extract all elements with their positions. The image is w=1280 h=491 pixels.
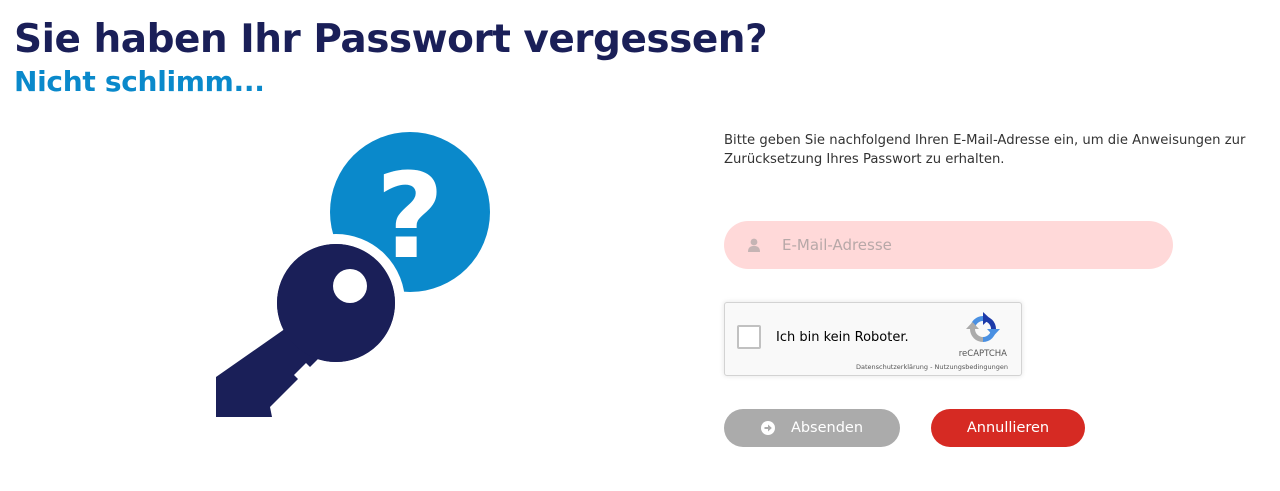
- cancel-button[interactable]: Annullieren: [931, 409, 1085, 447]
- recaptcha-logo-icon: [966, 312, 1000, 342]
- submit-label: Absenden: [790, 420, 864, 436]
- key-question-illustration: ?: [214, 131, 494, 423]
- arrow-right-circle-icon: [760, 421, 775, 435]
- submit-button[interactable]: Absenden: [724, 409, 900, 447]
- user-icon: [748, 238, 760, 252]
- key-bow-fill: [277, 244, 395, 362]
- recaptcha-terms-links[interactable]: Datenschutzerklärung - Nutzungsbedingung…: [856, 363, 1008, 371]
- recaptcha-widget: Ich bin kein Roboter. reCAPTCHA Datensch…: [724, 302, 1022, 376]
- key-question-icon: ?: [216, 132, 490, 417]
- intro-text: Bitte geben Sie nachfolgend Ihren E-Mail…: [724, 133, 1246, 167]
- password-reset-page: Sie haben Ihr Passwort vergessen? Nicht …: [0, 0, 1280, 491]
- key-hole: [333, 269, 367, 303]
- cancel-label: Annullieren: [966, 420, 1050, 436]
- page-subtitle: Nicht schlimm...: [14, 65, 265, 98]
- captcha-label: Ich bin kein Roboter.: [776, 330, 909, 345]
- page-title: Sie haben Ihr Passwort vergessen?: [14, 17, 768, 62]
- recaptcha-brand: reCAPTCHA: [958, 349, 1007, 359]
- email-field[interactable]: [724, 221, 1173, 269]
- captcha-checkbox[interactable]: [737, 325, 761, 349]
- key-shape: [216, 234, 405, 417]
- email-input[interactable]: [780, 229, 1154, 261]
